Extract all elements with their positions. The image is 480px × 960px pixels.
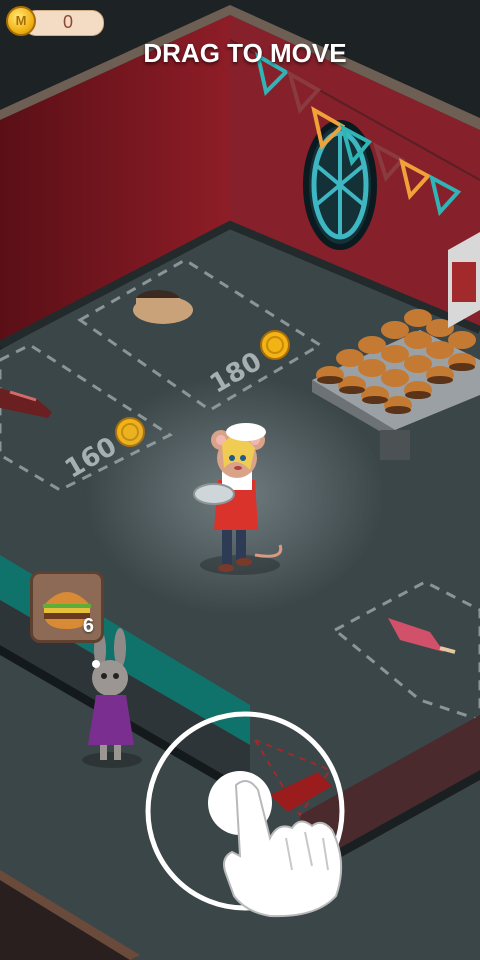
coin-counter[interactable]: 0 M <box>6 6 104 38</box>
tutorial-instruction: DRAG TO MOVE <box>143 38 347 68</box>
restaurant-scene[interactable]: 180 160 <box>0 0 480 960</box>
coin-count: 0 <box>62 12 73 32</box>
customer-order-bubble[interactable]: 6 <box>30 571 104 643</box>
flower-icon <box>92 660 100 668</box>
coin-icon: M <box>6 6 36 36</box>
order-quantity: 6 <box>82 615 94 637</box>
serving-tray <box>193 483 235 505</box>
coin-icon <box>260 330 290 360</box>
neon-window <box>303 120 377 250</box>
